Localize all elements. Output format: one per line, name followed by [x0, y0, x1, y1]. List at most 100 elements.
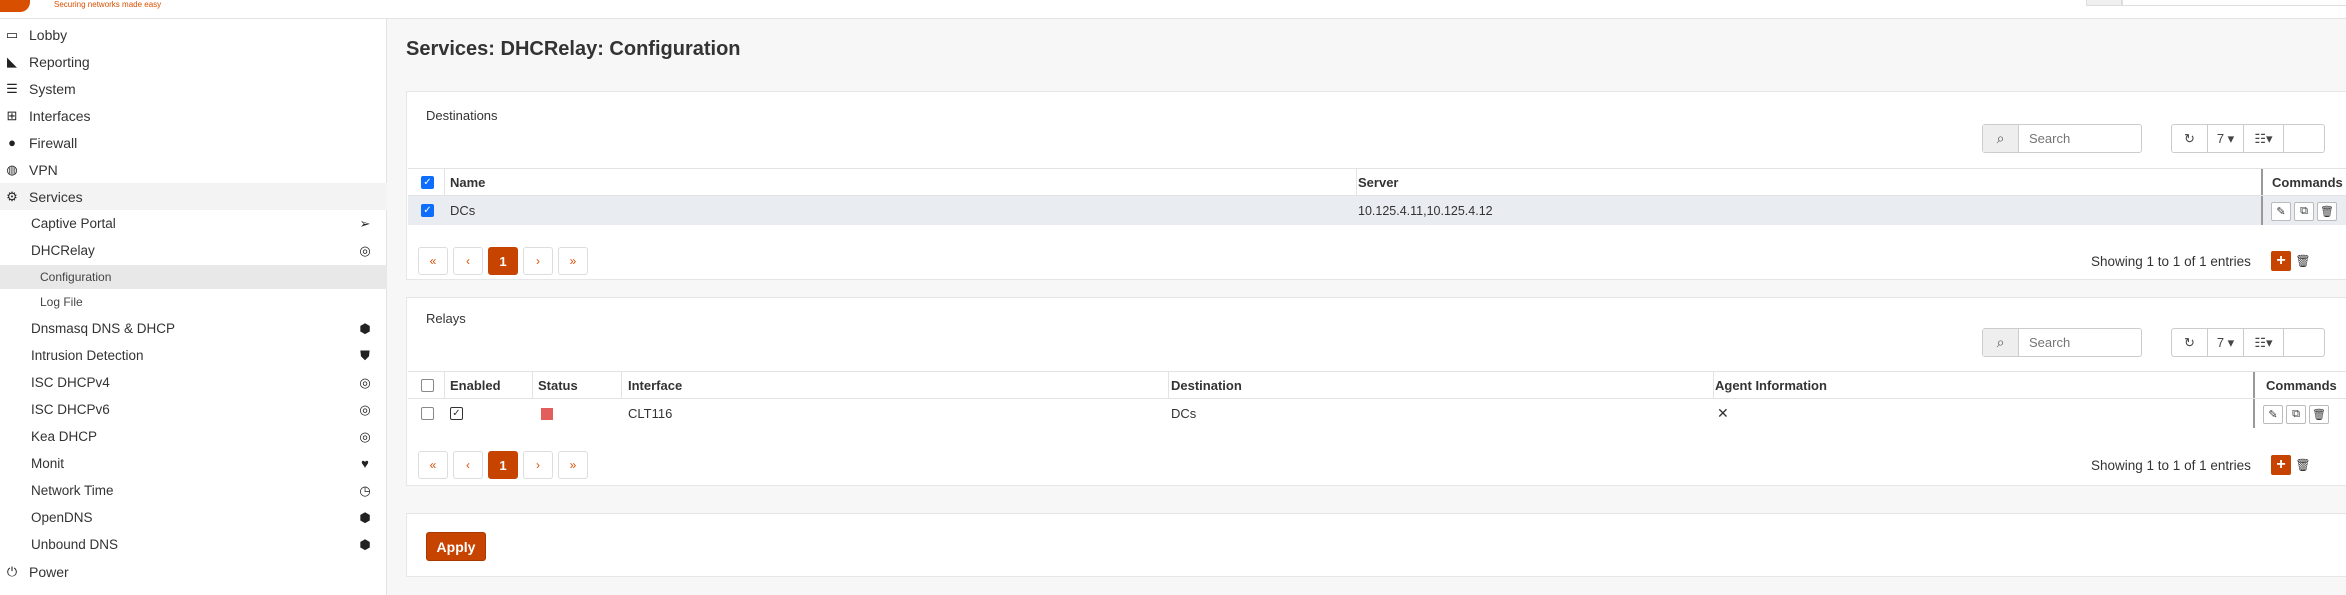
select-all-checkbox[interactable]	[421, 372, 434, 398]
sidebar-item-label: System	[29, 80, 76, 97]
page-next[interactable]: ›	[523, 247, 553, 275]
bullseye-icon: ◎	[359, 401, 371, 417]
sidebar-item-network-time[interactable]: Network Time ◷	[0, 477, 387, 504]
add-relay-button[interactable]: +	[2271, 455, 2291, 475]
destination-name: DCs	[450, 203, 476, 218]
logo-tagline: Securing networks made easy	[54, 0, 162, 9]
page-size-dropdown[interactable]: 7 ▾	[2208, 329, 2244, 356]
clone-icon[interactable]: ⧉	[2294, 202, 2314, 221]
top-search-input[interactable]	[2122, 0, 2346, 6]
select-all-checkbox[interactable]: ✓	[421, 169, 434, 195]
top-search-button[interactable]	[2086, 0, 2122, 6]
row-checkbox[interactable]: ✓	[421, 196, 434, 225]
opnsense-logo[interactable]	[0, 0, 30, 12]
column-header-enabled[interactable]: Enabled	[450, 372, 501, 398]
destinations-search-input[interactable]	[2019, 125, 2141, 152]
column-header-agent-information[interactable]: Agent Information	[1715, 372, 1827, 398]
sidebar-item-label: Intrusion Detection	[31, 348, 144, 363]
column-header-status[interactable]: Status	[538, 372, 578, 398]
sidebar-item-label: Firewall	[29, 134, 78, 151]
tags-icon: ⬢	[359, 536, 371, 552]
sidebar-item-services[interactable]: ⚙ Services	[0, 183, 387, 210]
toolbar-extra-button[interactable]	[2284, 125, 2324, 152]
apply-panel: Apply	[406, 513, 2346, 577]
paper-plane-icon: ➢	[359, 215, 371, 231]
row-checkbox[interactable]	[421, 399, 434, 428]
sidebar-item-monit[interactable]: Monit ♥	[0, 450, 387, 477]
column-header-interface[interactable]: Interface	[628, 372, 682, 398]
bullseye-icon: ◎	[359, 242, 371, 258]
server-icon: ☰	[6, 80, 18, 96]
page-last[interactable]: »	[558, 247, 588, 275]
edit-icon[interactable]: ✎	[2271, 202, 2291, 221]
delete-selected-icon[interactable]: 🗑	[2295, 253, 2310, 269]
delete-selected-icon[interactable]: 🗑	[2295, 457, 2310, 473]
sidebar-item-isc-dhcpv4[interactable]: ISC DHCPv4 ◎	[0, 369, 387, 396]
sidebar-item-dnsmasq[interactable]: Dnsmasq DNS & DHCP ⬢	[0, 315, 387, 342]
sidebar-item-label: Captive Portal	[31, 216, 116, 231]
fire-icon: ●	[8, 135, 16, 150]
apply-button[interactable]: Apply	[426, 532, 486, 561]
sidebar-item-power[interactable]: ⏻ Power	[0, 558, 387, 585]
sidebar-item-system[interactable]: ☰ System	[0, 75, 387, 102]
sidebar-item-unbound-dns[interactable]: Unbound DNS ⬢	[0, 531, 387, 558]
refresh-icon[interactable]: ↻	[2172, 125, 2208, 152]
bullseye-icon: ◎	[359, 374, 371, 390]
top-bar: Securing networks made easy	[0, 0, 2346, 19]
column-header-server[interactable]: Server	[1358, 169, 1398, 195]
destinations-toolbar: ↻ 7 ▾ ☷▾	[2171, 124, 2325, 153]
sidebar-item-dhcrelay[interactable]: DHCRelay ◎	[0, 237, 387, 264]
sidebar-item-isc-dhcpv6[interactable]: ISC DHCPv6 ◎	[0, 396, 387, 423]
delete-icon[interactable]: 🗑	[2309, 405, 2329, 424]
relays-info: Showing 1 to 1 of 1 entries	[2091, 458, 2251, 473]
page-prev[interactable]: ‹	[453, 247, 483, 275]
page-current[interactable]: 1	[488, 451, 518, 479]
sidebar-item-label: ISC DHCPv4	[31, 375, 110, 390]
toolbar-extra-button[interactable]	[2284, 329, 2324, 356]
sidebar-item-label: Services	[29, 188, 83, 205]
destinations-table-header: ✓ Name Server Commands	[408, 168, 2346, 196]
sidebar-item-label: Unbound DNS	[31, 537, 119, 552]
edit-icon[interactable]: ✎	[2263, 405, 2283, 424]
delete-icon[interactable]: 🗑	[2317, 202, 2337, 221]
column-header-destination[interactable]: Destination	[1171, 372, 1242, 398]
page-first[interactable]: «	[418, 451, 448, 479]
refresh-icon[interactable]: ↻	[2172, 329, 2208, 356]
page-last[interactable]: »	[558, 451, 588, 479]
page-title: Services: DHCRelay: Configuration	[406, 38, 741, 60]
relay-destination: DCs	[1171, 406, 1197, 421]
page-next[interactable]: ›	[523, 451, 553, 479]
sidebar-item-kea-dhcp[interactable]: Kea DHCP ◎	[0, 423, 387, 450]
add-destination-button[interactable]: +	[2271, 251, 2291, 271]
sidebar-item-captive-portal[interactable]: Captive Portal ➢	[0, 210, 387, 237]
relays-panel: Relays ⌕ ↻ 7 ▾ ☷▾ Enabled Status Interfa…	[406, 297, 2346, 486]
sidebar-item-label: Reporting	[29, 53, 90, 70]
columns-list-icon[interactable]: ☷▾	[2244, 125, 2284, 152]
tags-icon: ⬢	[359, 509, 371, 525]
sidebar-item-firewall[interactable]: ● Firewall	[0, 129, 387, 156]
sidebar-item-interfaces[interactable]: ⊞ Interfaces	[0, 102, 387, 129]
sidebar-item-opendns[interactable]: OpenDNS ⬢	[0, 504, 387, 531]
column-header-commands: Commands	[2272, 174, 2343, 190]
table-row[interactable]: ✓ CLT116 DCs ✕ ✎ ⧉ 🗑	[408, 399, 2346, 428]
destinations-panel: Destinations ⌕ ↻ 7 ▾ ☷▾ ✓ Name Server Co…	[406, 91, 2346, 280]
laptop-icon: ▭	[5, 26, 19, 42]
column-header-name[interactable]: Name	[450, 169, 485, 195]
page-size-dropdown[interactable]: 7 ▾	[2208, 125, 2244, 152]
clone-icon[interactable]: ⧉	[2286, 405, 2306, 424]
page-prev[interactable]: ‹	[453, 451, 483, 479]
columns-list-icon[interactable]: ☷▾	[2244, 329, 2284, 356]
clock-icon: ◷	[359, 482, 371, 498]
sidebar-item-log-file[interactable]: Log File	[0, 290, 387, 314]
sidebar-item-intrusion-detection[interactable]: Intrusion Detection ⛊	[0, 342, 387, 369]
sidebar-item-lobby[interactable]: ▭ Lobby	[0, 21, 387, 48]
sidebar-item-vpn[interactable]: ◍ VPN	[0, 156, 387, 183]
page-current[interactable]: 1	[488, 247, 518, 275]
bullseye-icon: ◎	[359, 428, 371, 444]
relays-search-input[interactable]	[2019, 329, 2141, 356]
table-row[interactable]: ✓ DCs 10.125.4.11,10.125.4.12 ✎ ⧉ 🗑	[408, 196, 2346, 225]
search-icon: ⌕	[1983, 329, 2019, 356]
sidebar-item-reporting[interactable]: ◣ Reporting	[0, 48, 387, 75]
page-first[interactable]: «	[418, 247, 448, 275]
sidebar-item-configuration[interactable]: Configuration	[0, 265, 387, 289]
